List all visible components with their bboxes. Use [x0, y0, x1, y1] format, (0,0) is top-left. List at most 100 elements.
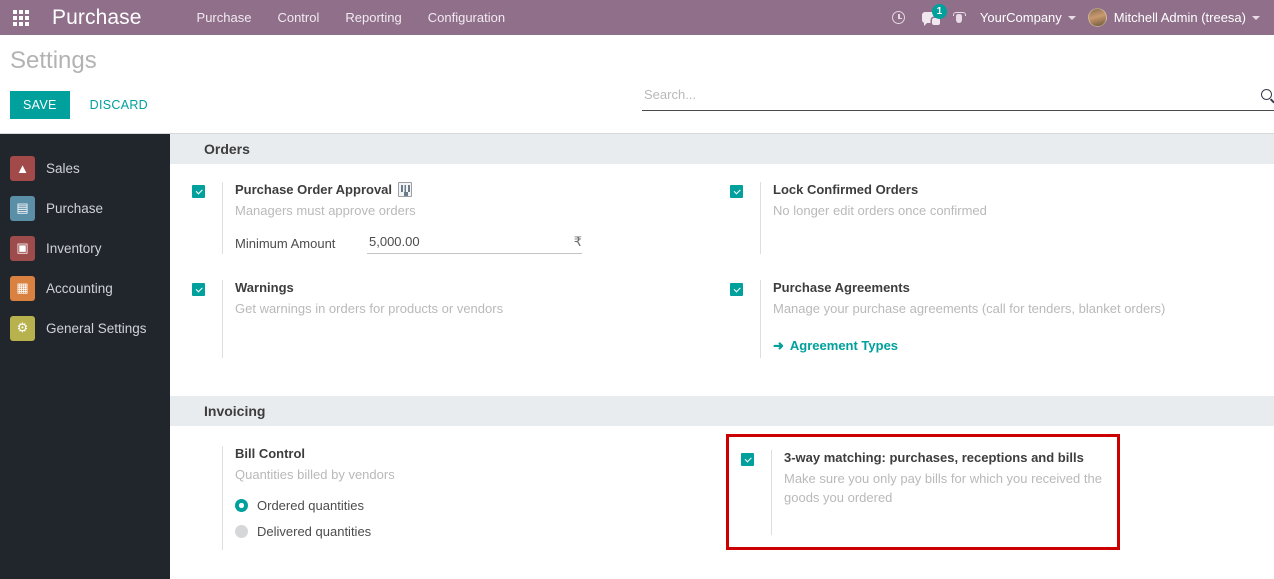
three-way-matching-highlight-box: 3-way matching: purchases, receptions an… — [726, 434, 1120, 550]
orders-settings-rows: Purchase Order Approval Managers must ap… — [170, 164, 1274, 358]
setting-description: Quantities billed by vendors — [235, 467, 395, 482]
sidebar-item-purchase[interactable]: ▤ Purchase — [0, 188, 170, 228]
checkbox-cell — [192, 182, 222, 254]
sidebar-item-general-settings[interactable]: ⚙ General Settings — [0, 308, 170, 348]
control-panel: Settings SAVE DISCARD — [0, 35, 1274, 134]
setting-description: Get warnings in orders for products or v… — [235, 301, 504, 316]
setting-body: Lock Confirmed Orders No longer edit ord… — [760, 182, 1274, 254]
radio-label: Ordered quantities — [257, 498, 364, 513]
apps-menu-toggle[interactable] — [0, 0, 42, 35]
minimum-amount-label: Minimum Amount — [235, 236, 336, 251]
lock-confirmed-orders-checkbox[interactable] — [730, 185, 743, 198]
top-navbar: Purchase Purchase Control Reporting Conf… — [0, 0, 1274, 35]
radio-icon-unselected — [235, 525, 248, 538]
warnings-checkbox[interactable] — [192, 283, 205, 296]
purchase-agreements-checkbox[interactable] — [730, 283, 743, 296]
sidebar-item-inventory[interactable]: ▣ Inventory — [0, 228, 170, 268]
setting-title: Bill Control — [235, 446, 306, 461]
sidebar-item-label: General Settings — [46, 320, 147, 336]
user-name: Mitchell Admin (treesa) — [1113, 10, 1246, 25]
setting-warnings: Warnings Get warnings in orders for prod… — [170, 254, 722, 358]
menu-item-purchase[interactable]: Purchase — [184, 0, 265, 35]
purchase-order-approval-checkbox[interactable] — [192, 185, 205, 198]
checkbox-cell — [192, 280, 222, 358]
radio-label: Delivered quantities — [257, 524, 372, 539]
main-menu: Purchase Control Reporting Configuration — [184, 0, 519, 35]
messages-button[interactable]: 1 — [914, 0, 947, 35]
checkbox-cell — [730, 280, 760, 358]
sidebar-item-sales[interactable]: ▲ Sales — [0, 148, 170, 188]
sidebar-item-accounting[interactable]: ▦ Accounting — [0, 268, 170, 308]
setting-body: Purchase Agreements Manage your purchase… — [760, 280, 1274, 358]
activities-button[interactable] — [884, 0, 914, 35]
checkbox-cell — [192, 446, 222, 550]
radio-option-ordered-quantities[interactable]: Ordered quantities — [235, 498, 722, 513]
setting-title: Warnings — [235, 280, 294, 295]
minimum-amount-input[interactable] — [367, 233, 568, 250]
company-switcher[interactable]: YourCompany — [974, 10, 1082, 25]
checkbox-cell — [730, 182, 760, 254]
settings-sidebar: ▲ Sales ▤ Purchase ▣ Inventory ▦ Account… — [0, 134, 170, 579]
setting-title-row: Warnings — [235, 280, 722, 295]
setting-body: Bill Control Quantities billed by vendor… — [222, 446, 722, 550]
invoicing-settings-rows: Bill Control Quantities billed by vendor… — [170, 426, 1274, 550]
setting-title-row: 3-way matching: purchases, receptions an… — [784, 450, 1107, 465]
page-title: Settings — [10, 47, 97, 74]
menu-item-control[interactable]: Control — [264, 0, 332, 35]
chevron-down-icon — [1252, 15, 1260, 20]
checkbox-cell — [741, 450, 771, 535]
currency-symbol: ₹ — [573, 233, 582, 249]
setting-title: Purchase Agreements — [773, 280, 910, 295]
menu-item-configuration[interactable]: Configuration — [415, 0, 518, 35]
minimum-amount-field-row: Minimum Amount ₹ — [235, 233, 722, 254]
setting-title-row: Lock Confirmed Orders — [773, 182, 1274, 197]
setting-title-row: Purchase Agreements — [773, 280, 1274, 295]
arrow-right-icon: ➜ — [773, 338, 784, 353]
save-button[interactable]: SAVE — [10, 91, 70, 119]
navbar-right-tools: 1 YourCompany Mitchell Admin (treesa) — [884, 0, 1274, 35]
general-settings-app-icon: ⚙ — [10, 315, 35, 341]
clock-icon — [892, 11, 906, 24]
setting-description: Manage your purchase agreements (call fo… — [773, 301, 1166, 316]
setting-description: No longer edit orders once confirmed — [773, 203, 987, 218]
section-heading-invoicing: Invoicing — [170, 396, 1274, 426]
search-icon[interactable] — [1261, 89, 1272, 100]
sidebar-item-label: Sales — [46, 160, 80, 176]
purchase-app-icon: ▤ — [10, 195, 35, 221]
discard-button[interactable]: DISCARD — [80, 91, 158, 119]
sales-app-icon: ▲ — [10, 155, 35, 181]
section-heading-orders: Orders — [170, 134, 1274, 164]
agreement-types-link[interactable]: ➜ Agreement Types — [773, 338, 898, 353]
user-menu[interactable]: Mitchell Admin (treesa) — [1082, 8, 1266, 27]
setting-body: Purchase Order Approval Managers must ap… — [222, 182, 722, 254]
setting-title: Lock Confirmed Orders — [773, 182, 919, 197]
setting-title: Purchase Order Approval — [235, 182, 393, 197]
minimum-amount-input-wrap: ₹ — [367, 233, 582, 254]
action-buttons: SAVE DISCARD — [10, 91, 158, 119]
radio-option-delivered-quantities[interactable]: Delivered quantities — [235, 524, 722, 539]
inventory-app-icon: ▣ — [10, 235, 35, 261]
settings-content: Orders Purchase Order Approval Managers … — [170, 134, 1274, 579]
setting-description: Make sure you only pay bills for which y… — [784, 471, 1102, 505]
search-input[interactable] — [642, 87, 1255, 106]
menu-item-reporting[interactable]: Reporting — [332, 0, 414, 35]
setting-lock-confirmed-orders: Lock Confirmed Orders No longer edit ord… — [722, 164, 1274, 254]
setting-title: 3-way matching: purchases, receptions an… — [784, 450, 1084, 465]
company-name: YourCompany — [979, 10, 1062, 25]
setting-description: Managers must approve orders — [235, 203, 416, 218]
three-way-matching-checkbox[interactable] — [741, 453, 754, 466]
bill-control-no-checkbox — [192, 449, 205, 462]
accounting-app-icon: ▦ — [10, 275, 35, 301]
chevron-down-icon — [1067, 15, 1076, 20]
avatar — [1087, 8, 1107, 27]
search-bar — [642, 83, 1274, 111]
setting-body: Warnings Get warnings in orders for prod… — [222, 280, 722, 358]
app-brand-purchase[interactable]: Purchase — [42, 6, 148, 30]
setting-body: 3-way matching: purchases, receptions an… — [771, 450, 1107, 535]
bill-control-radio-group: Ordered quantities Delivered quantities — [235, 498, 722, 539]
debug-button[interactable] — [944, 0, 974, 35]
setting-title-row: Bill Control — [235, 446, 722, 461]
bug-icon — [953, 11, 967, 24]
setting-purchase-order-approval: Purchase Order Approval Managers must ap… — [170, 164, 722, 254]
sidebar-item-label: Accounting — [46, 280, 113, 296]
